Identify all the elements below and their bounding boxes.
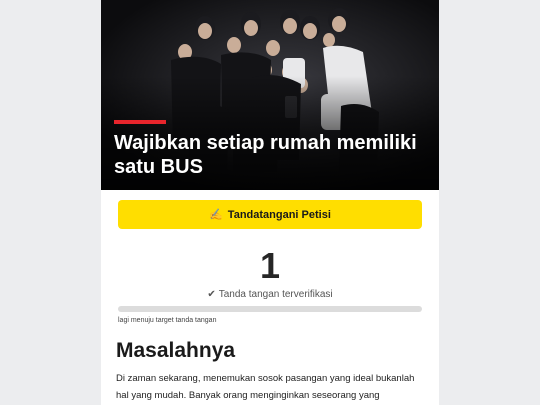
title-accent-bar [114,120,166,124]
petition-title: Wajibkan setiap rumah memiliki satu BUS [114,132,417,178]
petition-page: Wajibkan setiap rumah memiliki satu BUS … [101,0,439,405]
signature-count: 1 [259,245,281,286]
problem-heading: Masalahnya [116,339,236,362]
sign-petition-label: Tandatangani Petisi [227,208,331,221]
signature-progress-bar [118,306,422,312]
hero-banner: Wajibkan setiap rumah memiliki satu BUS [101,0,439,190]
verified-signatures-line: ✔ Tanda tangan terverifikasi [101,289,439,300]
signature-target-note: lagi menuju target tanda tangan [118,317,217,324]
checkmark-icon: ✔ [207,289,216,300]
writing-hand-icon: ✍ [209,209,223,221]
verified-signatures-label: Tanda tangan terverifikasi [218,289,333,300]
problem-description: Di zaman sekarang, menemukan sosok pasan… [116,373,415,401]
sign-petition-button[interactable]: ✍ Tandatangani Petisi [118,200,422,229]
